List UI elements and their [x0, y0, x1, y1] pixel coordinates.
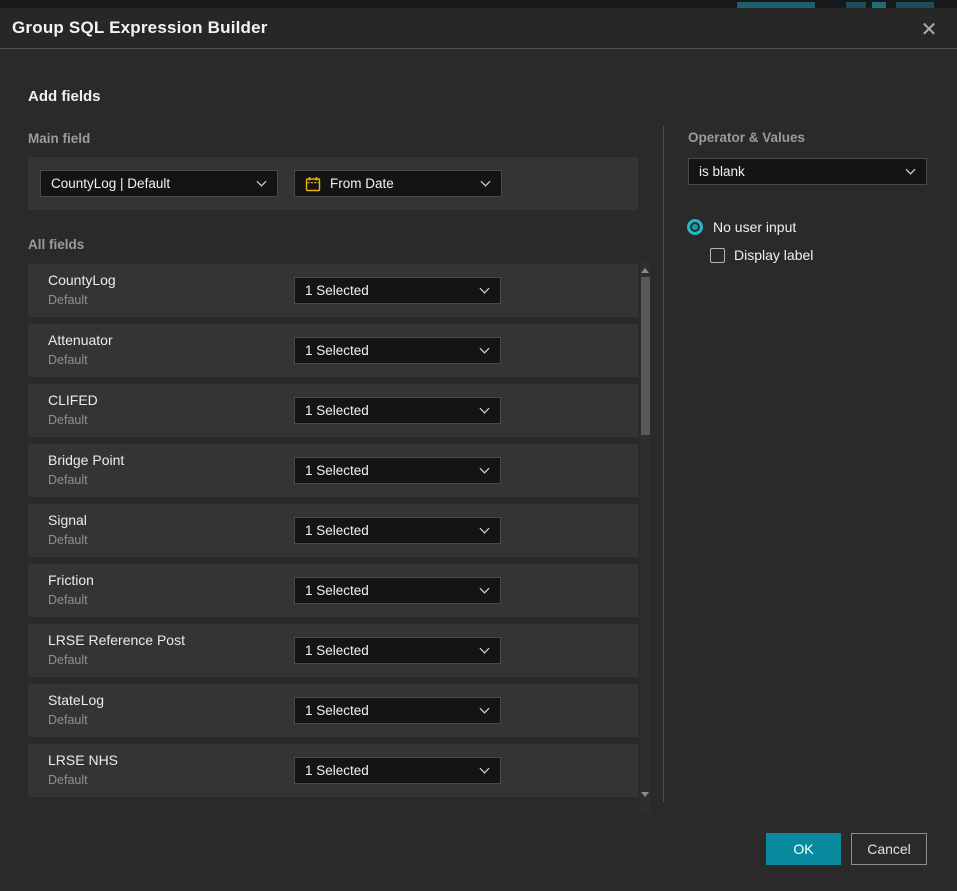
- display-label-checkbox[interactable]: Display label: [710, 247, 813, 263]
- dropdown-value: 1 Selected: [305, 643, 473, 658]
- dropdown-value: 1 Selected: [305, 583, 473, 598]
- field-subtitle: Default: [48, 473, 88, 487]
- dropdown-value: 1 Selected: [305, 763, 473, 778]
- close-icon[interactable]: ✕: [917, 17, 941, 41]
- field-selection-dropdown[interactable]: 1 Selected: [294, 337, 501, 364]
- radio-dot: [692, 224, 698, 230]
- chevron-down-icon: [479, 707, 490, 714]
- dialog-titlebar: Group SQL Expression Builder ✕: [0, 8, 957, 49]
- field-subtitle: Default: [48, 353, 88, 367]
- chevron-down-icon: [479, 587, 490, 594]
- checkbox-unchecked-icon: [710, 248, 725, 263]
- chevron-down-icon: [480, 180, 491, 187]
- operator-dropdown[interactable]: is blank: [688, 158, 927, 185]
- field-name: Friction: [48, 572, 94, 588]
- field-row: StateLog Default 1 Selected: [28, 684, 638, 737]
- field-subtitle: Default: [48, 593, 88, 607]
- field-row: CLIFED Default 1 Selected: [28, 384, 638, 437]
- field-subtitle: Default: [48, 413, 88, 427]
- field-name: CLIFED: [48, 392, 98, 408]
- field-subtitle: Default: [48, 653, 88, 667]
- dropdown-value: CountyLog | Default: [51, 176, 250, 191]
- field-row: Signal Default 1 Selected: [28, 504, 638, 557]
- dropdown-value: 1 Selected: [305, 463, 473, 478]
- dialog-title: Group SQL Expression Builder: [12, 18, 268, 38]
- field-subtitle: Default: [48, 773, 88, 787]
- field-name: Signal: [48, 512, 87, 528]
- operator-values-heading: Operator & Values: [688, 130, 805, 145]
- all-fields-label: All fields: [28, 237, 84, 252]
- scrollbar-up-icon[interactable]: [639, 265, 651, 275]
- dropdown-value: 1 Selected: [305, 343, 473, 358]
- cancel-button[interactable]: Cancel: [851, 833, 927, 865]
- field-name: StateLog: [48, 692, 104, 708]
- chevron-down-icon: [905, 168, 916, 175]
- dropdown-value: From Date: [330, 176, 474, 191]
- chevron-down-icon: [479, 647, 490, 654]
- scrollbar-thumb[interactable]: [641, 277, 650, 435]
- field-selection-dropdown[interactable]: 1 Selected: [294, 757, 501, 784]
- field-subtitle: Default: [48, 293, 88, 307]
- no-user-input-radio[interactable]: No user input: [687, 219, 796, 235]
- chevron-down-icon: [479, 767, 490, 774]
- ok-button[interactable]: OK: [766, 833, 841, 865]
- background-app-strip: [0, 0, 957, 8]
- radio-selected-icon: [687, 219, 703, 235]
- dropdown-value: 1 Selected: [305, 703, 473, 718]
- triangle-up-icon: [641, 268, 649, 273]
- field-row: CountyLog Default 1 Selected: [28, 264, 638, 317]
- field-row: Bridge Point Default 1 Selected: [28, 444, 638, 497]
- add-fields-heading: Add fields: [28, 88, 101, 105]
- field-row: LRSE Reference Post Default 1 Selected: [28, 624, 638, 677]
- field-subtitle: Default: [48, 533, 88, 547]
- calendar-icon: [305, 176, 321, 192]
- dropdown-value: 1 Selected: [305, 523, 473, 538]
- radio-label: No user input: [713, 219, 796, 235]
- field-selection-dropdown[interactable]: 1 Selected: [294, 277, 501, 304]
- panel-divider: [663, 126, 664, 802]
- dropdown-value: is blank: [699, 164, 899, 179]
- chevron-down-icon: [479, 287, 490, 294]
- chevron-down-icon: [479, 347, 490, 354]
- chevron-down-icon: [479, 467, 490, 474]
- field-name: LRSE Reference Post: [48, 632, 185, 648]
- field-selection-dropdown[interactable]: 1 Selected: [294, 457, 501, 484]
- main-field-container: CountyLog | Default From Date: [28, 157, 638, 210]
- chevron-down-icon: [256, 180, 267, 187]
- field-selection-dropdown[interactable]: 1 Selected: [294, 397, 501, 424]
- screen: Group SQL Expression Builder ✕ Add field…: [0, 0, 957, 891]
- field-selection-dropdown[interactable]: 1 Selected: [294, 577, 501, 604]
- triangle-down-icon: [641, 792, 649, 797]
- dropdown-value: 1 Selected: [305, 283, 473, 298]
- field-selection-dropdown[interactable]: 1 Selected: [294, 637, 501, 664]
- field-selection-dropdown[interactable]: 1 Selected: [294, 517, 501, 544]
- all-fields-list: CountyLog Default 1 Selected Attenuator …: [28, 264, 638, 804]
- scrollbar-down-icon[interactable]: [639, 789, 651, 799]
- field-row: Attenuator Default 1 Selected: [28, 324, 638, 377]
- layer-dropdown[interactable]: CountyLog | Default: [40, 170, 278, 197]
- field-subtitle: Default: [48, 713, 88, 727]
- group-sql-expression-builder-dialog: Group SQL Expression Builder ✕ Add field…: [0, 8, 957, 891]
- field-name: LRSE NHS: [48, 752, 118, 768]
- field-row: LRSE NHS Default 1 Selected: [28, 744, 638, 797]
- date-field-dropdown[interactable]: From Date: [294, 170, 502, 197]
- checkbox-label: Display label: [734, 247, 813, 263]
- field-name: Bridge Point: [48, 452, 124, 468]
- chevron-down-icon: [479, 527, 490, 534]
- chevron-down-icon: [479, 407, 490, 414]
- field-name: CountyLog: [48, 272, 116, 288]
- dropdown-value: 1 Selected: [305, 403, 473, 418]
- main-field-label: Main field: [28, 131, 90, 146]
- field-row: Friction Default 1 Selected: [28, 564, 638, 617]
- field-selection-dropdown[interactable]: 1 Selected: [294, 697, 501, 724]
- field-name: Attenuator: [48, 332, 113, 348]
